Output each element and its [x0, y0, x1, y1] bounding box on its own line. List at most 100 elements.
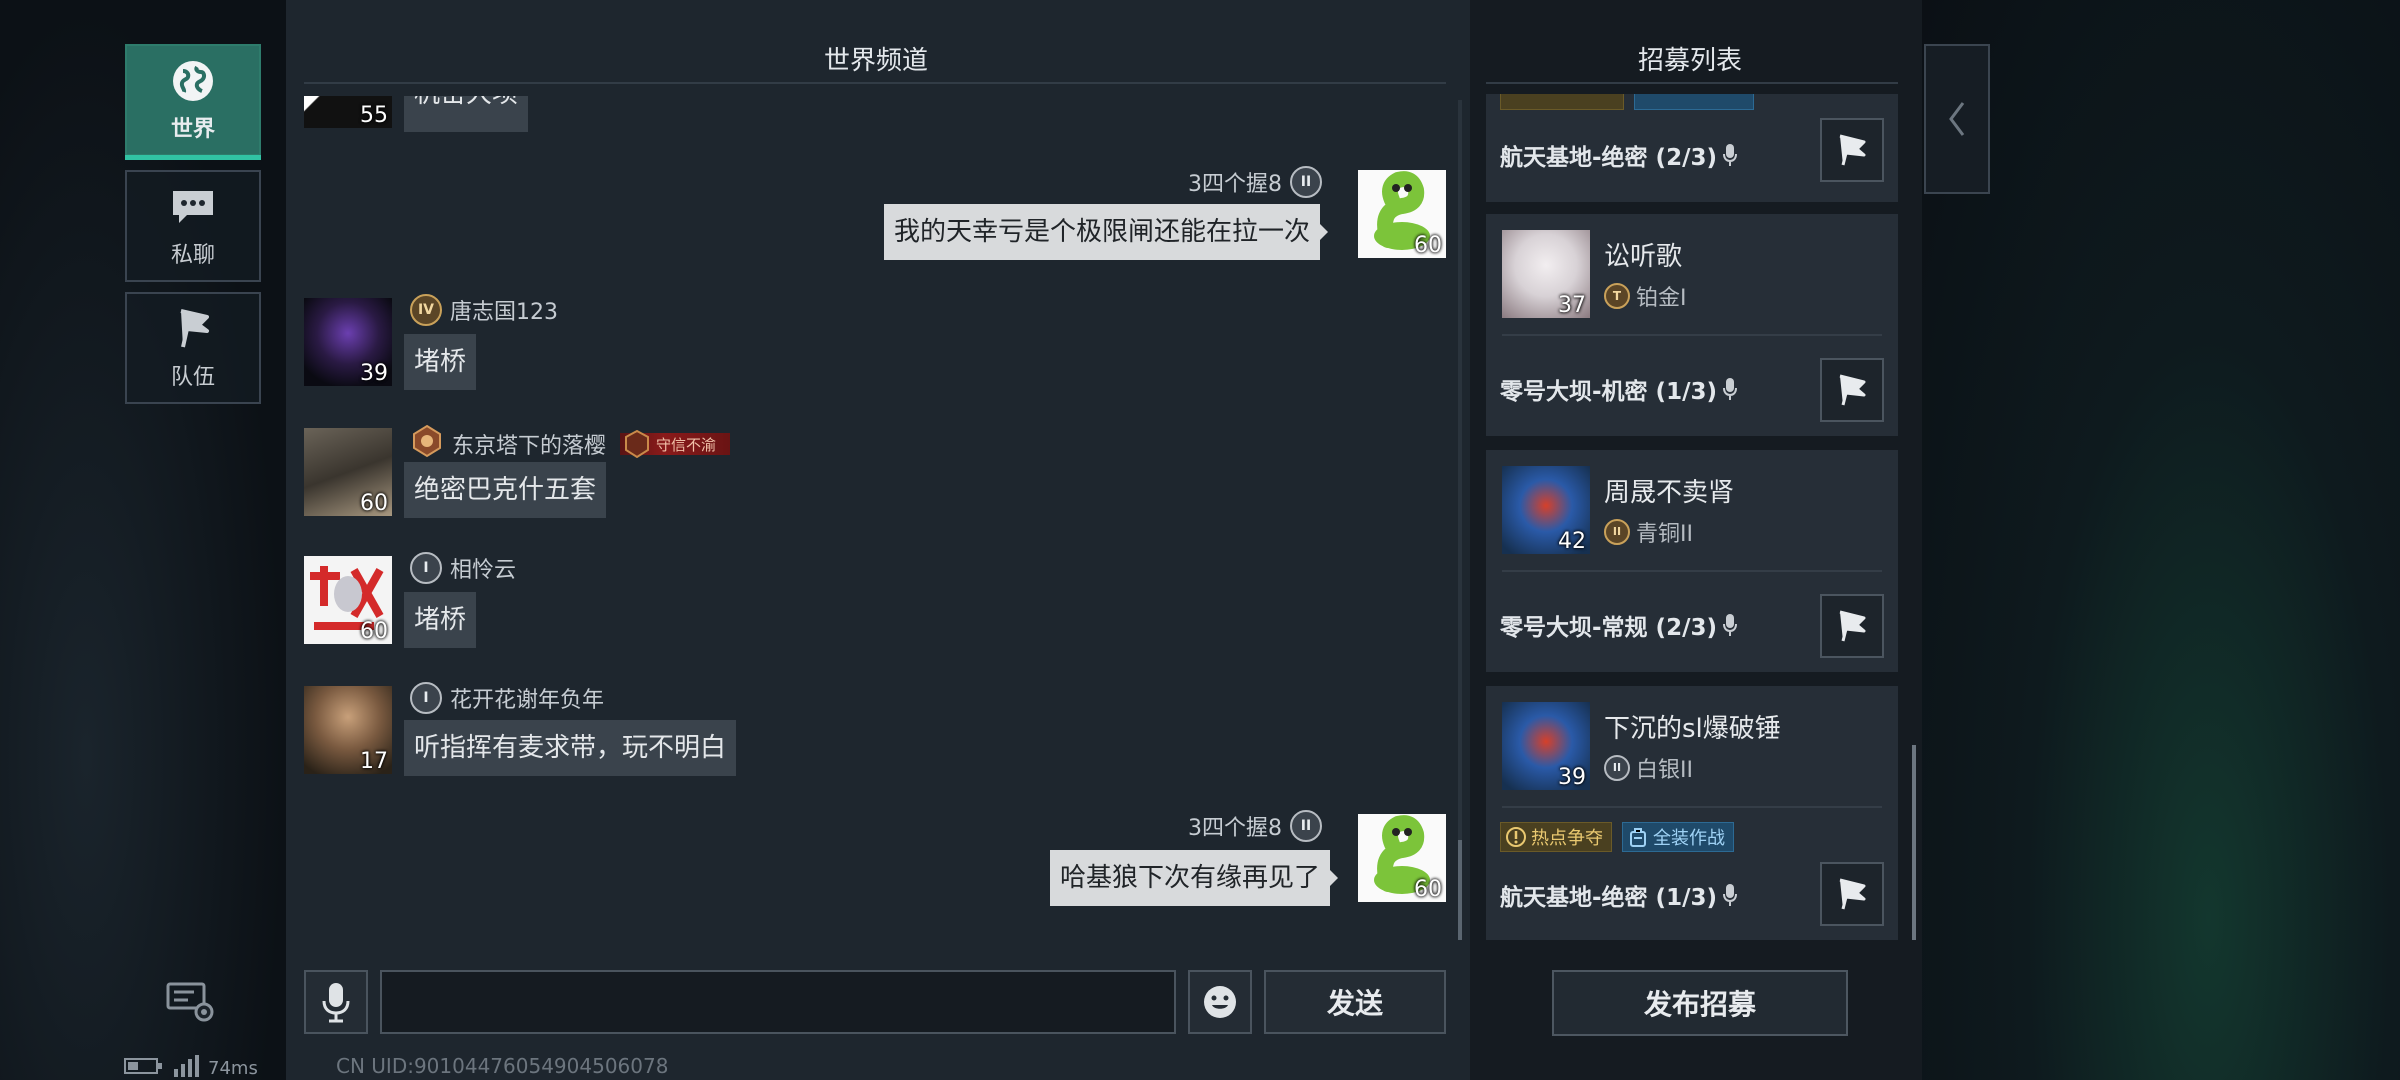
- recruiter-name: 下沉的sl爆破锤: [1604, 714, 1781, 744]
- microphone-icon: [1722, 378, 1737, 400]
- recruit-card[interactable]: 42 周晟不卖肾 II 青铜II 零号大坝-常规 (2/3): [1486, 450, 1898, 672]
- avatar-level: 39: [1558, 765, 1586, 790]
- avatar-self[interactable]: 60: [1358, 814, 1446, 902]
- avatar[interactable]: 60: [304, 428, 392, 516]
- avatar-self[interactable]: 60: [1358, 170, 1446, 258]
- avatar-level: 39: [360, 361, 388, 386]
- avatar-level: 60: [360, 491, 388, 516]
- sender-name: 相怜云: [450, 558, 517, 583]
- backpack-icon: [1630, 828, 1646, 847]
- sender-row: 3四个握8 II: [1188, 166, 1322, 198]
- microphone-icon: [322, 983, 350, 1023]
- message-bubble-self: 我的天幸亏是个极限闸还能在拉一次: [884, 204, 1329, 260]
- sender-name: 3四个握8: [1188, 816, 1282, 841]
- sender-row: I 花开花谢年负年: [410, 682, 604, 714]
- microphone-icon: [1722, 884, 1737, 906]
- tag-hot: [1500, 94, 1624, 110]
- avatar: 37: [1502, 230, 1590, 318]
- recruit-title-divider: [1486, 82, 1898, 84]
- recruit-mode-text: 零号大坝-机密 (1/3): [1500, 379, 1717, 405]
- avatar: 42: [1502, 466, 1590, 554]
- ping-text: 74ms: [208, 1057, 258, 1079]
- chat-settings-icon[interactable]: [166, 980, 216, 1024]
- recruit-scrollbar-thumb[interactable]: [1912, 745, 1916, 940]
- recruit-title: 招募列表: [1638, 46, 1743, 76]
- message-bubble-self: 哈基狼下次有缘再见了: [1050, 850, 1339, 906]
- flag-icon: [1839, 374, 1866, 406]
- nav-world-label: 世界: [170, 117, 215, 142]
- join-team-button[interactable]: [1820, 862, 1884, 926]
- tag-hot: 热点争夺: [1500, 822, 1612, 852]
- tag-hot-text: 热点争夺: [1531, 828, 1603, 849]
- send-button[interactable]: 发送: [1264, 970, 1446, 1034]
- avatar[interactable]: 17: [304, 686, 392, 774]
- join-team-button[interactable]: [1820, 358, 1884, 422]
- flag-icon: [1839, 610, 1866, 642]
- title-emblem-icon: [624, 429, 650, 459]
- rank-badge-icon: II: [1604, 519, 1630, 545]
- rank-emblem-icon: [410, 424, 444, 464]
- chat-title: 世界频道: [824, 46, 929, 76]
- nav-private-label: 私聊: [170, 243, 215, 268]
- avatar: 39: [1502, 702, 1590, 790]
- recruiter-rank: II 青铜II: [1604, 516, 1693, 548]
- title-tag: 守信不渝: [620, 429, 731, 459]
- tag-gear: 全装作战: [1622, 822, 1734, 852]
- recruiter-name: 讼听歌: [1604, 242, 1683, 272]
- signal-icon: [172, 1054, 200, 1080]
- recruit-card[interactable]: 航天基地-绝密 (2/3): [1486, 94, 1898, 202]
- nav-team-tab[interactable]: 队伍: [125, 292, 261, 404]
- rank-badge: I: [410, 552, 442, 584]
- flag-icon: [1839, 878, 1866, 910]
- publish-recruit-button[interactable]: 发布招募: [1552, 970, 1848, 1036]
- recruit-mode: 零号大坝-机密 (1/3): [1500, 372, 1737, 406]
- rank-badge: II: [1290, 166, 1322, 198]
- recruiter-rank: II 白银II: [1604, 752, 1693, 784]
- rank-badge: IV: [410, 294, 442, 326]
- title-tag-text: 守信不渝: [656, 435, 717, 454]
- join-team-button[interactable]: [1820, 594, 1884, 658]
- alert-icon: [1506, 827, 1526, 847]
- chat-message-input[interactable]: [380, 970, 1176, 1034]
- rank-badge-icon: T: [1604, 283, 1630, 309]
- globe-icon: [169, 57, 217, 105]
- sender-row: IV 唐志国123: [410, 294, 558, 326]
- chat-scrollbar-track[interactable]: [1458, 100, 1462, 940]
- message-bubble: 堵桥: [404, 334, 477, 390]
- sender-row: I 相怜云: [410, 552, 516, 584]
- right-background: [1922, 0, 2400, 1080]
- chat-scrollbar-thumb[interactable]: [1458, 840, 1462, 940]
- emoji-button[interactable]: [1188, 970, 1252, 1034]
- smiley-icon: [1204, 986, 1236, 1018]
- avatar[interactable]: 60: [304, 556, 392, 644]
- recruit-mode-text: 航天基地-绝密 (2/3): [1500, 145, 1717, 171]
- recruit-mode-text: 航天基地-绝密 (1/3): [1500, 885, 1717, 911]
- nav-private-tab[interactable]: 私聊: [125, 170, 261, 282]
- sender-name: 3四个握8: [1188, 172, 1282, 197]
- world-chat-panel: [286, 0, 1470, 1080]
- nav-team-label: 队伍: [170, 365, 215, 390]
- message-bubble: 听指挥有麦求带，玩不明白: [404, 720, 737, 776]
- avatar[interactable]: 39: [304, 298, 392, 386]
- recruit-card[interactable]: 37 讼听歌 T 铂金I 零号大坝-机密 (1/3): [1486, 214, 1898, 436]
- avatar-level: 17: [360, 749, 388, 774]
- recruiter-name: 周晟不卖肾: [1604, 478, 1735, 508]
- rank-text: 铂金I: [1636, 286, 1687, 311]
- collapse-panel-button[interactable]: [1924, 44, 1990, 194]
- join-team-button[interactable]: [1820, 118, 1884, 182]
- rank-badge: I: [410, 682, 442, 714]
- avatar-level: 42: [1558, 529, 1586, 554]
- recruiter-rank: T 铂金I: [1604, 280, 1687, 312]
- recruit-card[interactable]: 39 下沉的sl爆破锤 II 白银II 热点争夺 全装作战 航天基地-绝密 (1…: [1486, 686, 1898, 940]
- sender-row: 3四个握8 II: [1188, 810, 1322, 842]
- nav-world-tab[interactable]: 世界: [125, 44, 261, 160]
- flag-icon: [1839, 134, 1866, 166]
- voice-input-button[interactable]: [304, 970, 368, 1034]
- recruit-mode: 航天基地-绝密 (1/3): [1500, 878, 1737, 912]
- recruit-tags: 热点争夺 全装作战: [1500, 822, 1734, 852]
- chevron-left-icon: [1949, 102, 1965, 136]
- chat-bubble-icon: [169, 183, 217, 231]
- avatar-level: 60: [1414, 877, 1442, 902]
- message-bubble: 绝密巴克什五套: [404, 462, 607, 518]
- tag-gear: [1634, 94, 1754, 110]
